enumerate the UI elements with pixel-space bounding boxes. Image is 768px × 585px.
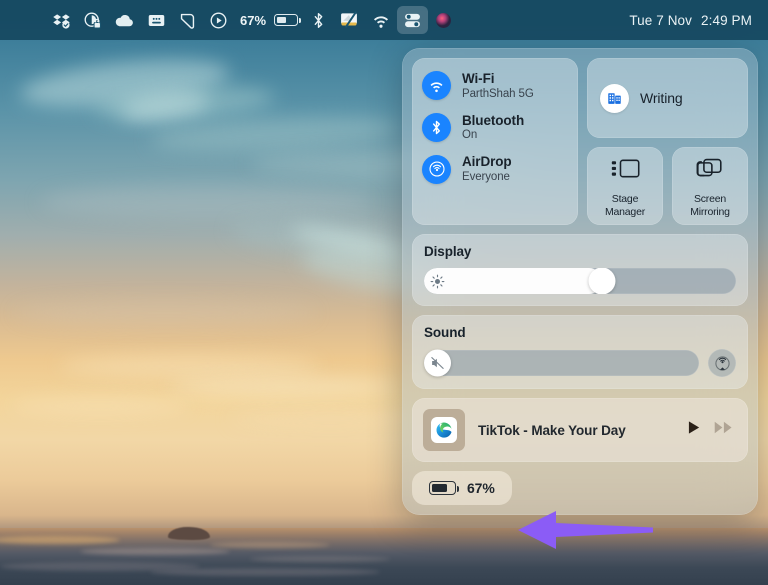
brightness-slider-knob[interactable] [588, 268, 616, 294]
brightness-slider-fill [424, 268, 602, 294]
sound-title: Sound [424, 325, 466, 340]
keyboard-icon[interactable] [141, 6, 172, 34]
volume-slider-row [424, 349, 736, 377]
control-center-right-column: Writing Stage Manager Screen Mirroring [587, 58, 748, 225]
bluetooth-title: Bluetooth [462, 112, 525, 128]
menubar-battery-percent: 67% [240, 12, 267, 28]
display-module: Display [412, 234, 748, 306]
control-center-icon[interactable] [397, 6, 429, 34]
dropbox-icon[interactable] [46, 6, 77, 34]
wave [80, 548, 230, 555]
play-icon[interactable] [685, 419, 702, 441]
office-building-icon [600, 83, 629, 113]
wave [250, 556, 390, 562]
battery-icon [274, 14, 302, 26]
airdrop-title: AirDrop [462, 154, 512, 170]
screen-mirroring-label: Screen Mirroring [690, 193, 730, 218]
wifi-title: Wi-Fi [462, 71, 495, 86]
media-controls [685, 419, 737, 441]
battery-percent: 67% [467, 480, 495, 496]
connectivity-module: Wi-Fi ParthShah 5G Bluetooth On AirDrop … [412, 58, 578, 225]
battery-status[interactable]: 67% [234, 6, 304, 34]
volume-slider[interactable] [424, 350, 699, 376]
wave [150, 568, 380, 576]
focus-mode-label: Writing [640, 90, 683, 106]
airplay-audio-icon[interactable] [708, 349, 736, 377]
display-title: Display [424, 244, 472, 259]
stage-manager-tile[interactable]: Stage Manager [587, 147, 663, 225]
fast-forward-icon[interactable] [714, 420, 733, 440]
media-module: TikTok - Make Your Day [412, 398, 748, 462]
control-center-top-row: Wi-Fi ParthShah 5G Bluetooth On AirDrop … [412, 58, 748, 225]
sound-module: Sound [412, 315, 748, 389]
siri-icon[interactable] [428, 6, 459, 34]
bluetooth-icon [422, 113, 451, 143]
airdrop-control[interactable]: AirDrop Everyone [422, 154, 568, 184]
battery-row: 67% [412, 471, 748, 505]
wifi-control[interactable]: Wi-Fi ParthShah 5G [422, 71, 568, 101]
media-title: TikTok - Make Your Day [478, 422, 626, 438]
wifi-icon [422, 71, 451, 101]
stage-manager-label: Stage Manager [604, 193, 646, 218]
brightness-slider-row [424, 268, 736, 294]
airdrop-icon [422, 154, 451, 184]
battery-module[interactable]: 67% [412, 471, 512, 505]
bluetooth-control[interactable]: Bluetooth On [422, 113, 568, 143]
cloud-icon[interactable] [108, 6, 141, 34]
screen-mirroring-tile[interactable]: Screen Mirroring [672, 147, 748, 225]
control-center-panel: Wi-Fi ParthShah 5G Bluetooth On AirDrop … [402, 48, 758, 515]
menubar-clock[interactable]: Tue 7 Nov 2:49 PM [619, 13, 758, 28]
airdrop-visibility: Everyone [462, 170, 510, 183]
rock-silhouette [168, 527, 210, 540]
brightness-slider[interactable] [424, 268, 736, 294]
edge-icon [431, 417, 457, 443]
battery-icon [429, 481, 460, 495]
clock-time: 2:49 PM [701, 12, 752, 28]
focus-mode-tile[interactable]: Writing [587, 58, 748, 138]
shortcut-icon[interactable] [172, 6, 203, 34]
media-artwork [423, 409, 465, 451]
menu-bar: 67% Tue 7 Nov 2:49 PM [0, 0, 768, 40]
wave [210, 542, 330, 548]
bluetooth-status: On [462, 129, 478, 142]
screenshot-icon[interactable] [333, 6, 365, 34]
wifi-network-name: ParthShah 5G [462, 87, 534, 100]
play-circle-icon[interactable] [203, 6, 234, 34]
stage-manager-icon [610, 156, 641, 186]
screen-mirroring-icon [695, 156, 725, 186]
privacy-lock-icon[interactable] [77, 6, 108, 34]
bluetooth-icon[interactable] [304, 6, 333, 34]
brightness-icon [429, 273, 445, 289]
feature-tiles: Stage Manager Screen Mirroring [587, 147, 748, 225]
mute-icon[interactable] [424, 349, 451, 377]
ocean [0, 528, 768, 585]
clock-date: Tue 7 Nov [629, 12, 693, 28]
wifi-icon[interactable] [365, 6, 397, 34]
